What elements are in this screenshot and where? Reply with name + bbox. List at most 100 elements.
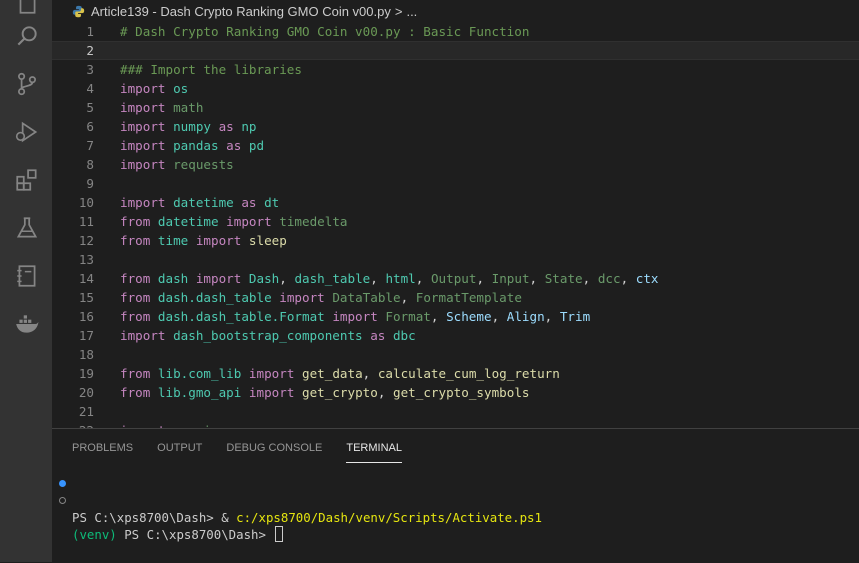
code-line[interactable]: 8 import requests — [52, 155, 859, 174]
line-number: 14 — [78, 271, 94, 286]
code-text: import math — [120, 98, 203, 117]
code-token: State — [544, 271, 583, 286]
breadcrumb-separator: > — [394, 3, 403, 19]
code-line[interactable]: 7 import pandas as pd — [52, 136, 859, 155]
code-token: Scheme — [446, 309, 492, 324]
extensions-icon[interactable] — [14, 167, 40, 193]
code-token: , — [370, 271, 386, 286]
code-line[interactable]: 12 from time import sleep — [52, 231, 859, 250]
code-text: # Dash Crypto Ranking GMO Coin v00.py : … — [120, 22, 529, 41]
code-line[interactable]: 3 ### Import the libraries — [52, 60, 859, 79]
code-line[interactable]: 5 import math — [52, 98, 859, 117]
tab-problems[interactable]: PROBLEMS — [72, 429, 133, 463]
code-line[interactable]: 17 import dash_bootstrap_components as db… — [52, 326, 859, 345]
tab-terminal[interactable]: TERMINAL — [346, 429, 402, 463]
code-line[interactable]: 22 import warnings — [52, 421, 859, 428]
line-number: 18 — [78, 347, 94, 362]
code-token: , — [377, 385, 393, 400]
code-token: import — [248, 385, 302, 400]
line-number: 12 — [78, 233, 94, 248]
search-icon[interactable] — [14, 23, 40, 49]
breadcrumb-more[interactable]: ... — [406, 4, 417, 19]
bottom-panel: PROBLEMS OUTPUT DEBUG CONSOLE TERMINAL PS C… — [52, 428, 859, 563]
python-file-icon — [72, 5, 85, 18]
code-token: from — [120, 366, 158, 381]
line-number: 11 — [78, 214, 94, 229]
notebook-icon[interactable] — [14, 263, 40, 289]
breadcrumb[interactable]: Article139 - Dash Crypto Ranking GMO Coi… — [52, 0, 859, 22]
code-token: os — [173, 81, 189, 96]
code-line[interactable]: 4 import os — [52, 79, 859, 98]
code-line[interactable]: 20 from lib.gmo_api import get_crypto, ge… — [52, 383, 859, 402]
code-token: ctx — [635, 271, 659, 286]
terminal-line-2[interactable]: (venv) PS C:\xps8700\Dash> — [52, 492, 284, 542]
code-text: import datetime as dt — [120, 193, 279, 212]
code-text: from lib.com_lib import get_data, calcul… — [120, 364, 560, 383]
code-token: , — [529, 271, 545, 286]
code-token: import — [195, 233, 249, 248]
code-line[interactable]: 2 — [52, 41, 859, 60]
code-token: import — [120, 157, 174, 172]
code-token: import — [120, 195, 174, 210]
code-token: pd — [248, 138, 265, 153]
code-line[interactable]: 15 from dash.dash_table import DataTable,… — [52, 288, 859, 307]
code-token: ### Import the libraries — [120, 62, 302, 77]
code-editor[interactable]: 1 # Dash Crypto Ranking GMO Coin v00.py :… — [52, 22, 859, 428]
code-token: FormatTemplate — [415, 290, 522, 305]
code-token: lib.com_lib — [157, 366, 249, 381]
code-line[interactable]: 11 from datetime import timedelta — [52, 212, 859, 231]
code-token: as — [241, 195, 265, 210]
activity-bar — [0, 0, 52, 562]
code-text: ### Import the libraries — [120, 60, 302, 79]
line-number: 4 — [86, 81, 94, 96]
code-token: , — [582, 271, 598, 286]
terminal-command-path: c:/xps8700/Dash/venv/Scripts/Activate.ps… — [236, 510, 542, 525]
code-token: import — [120, 138, 174, 153]
line-number: 21 — [78, 404, 94, 419]
code-text: import dash_bootstrap_components as dbc — [120, 326, 416, 345]
code-line[interactable]: 21 — [52, 402, 859, 421]
code-token: , — [544, 309, 560, 324]
terminal-prompt: PS C:\xps8700\Dash> & — [72, 510, 237, 525]
code-line[interactable]: 14 from dash import Dash, dash_table, htm… — [52, 269, 859, 288]
code-token: , — [476, 271, 492, 286]
command-pending-dot-icon[interactable] — [59, 497, 66, 504]
code-token: from — [120, 233, 158, 248]
code-token: datetime — [173, 195, 242, 210]
code-token: import — [120, 81, 174, 96]
testing-icon[interactable] — [14, 215, 40, 241]
run-debug-icon[interactable] — [14, 119, 40, 145]
tab-debug-console[interactable]: DEBUG CONSOLE — [226, 429, 322, 463]
code-token: , — [491, 309, 507, 324]
tab-output[interactable]: OUTPUT — [157, 429, 202, 463]
code-token: Output — [430, 271, 477, 286]
terminal-cursor[interactable] — [275, 526, 284, 542]
code-text: import os — [120, 79, 188, 98]
code-line[interactable]: 18 — [52, 345, 859, 364]
code-line[interactable]: 13 — [52, 250, 859, 269]
line-number: 7 — [86, 138, 94, 153]
breadcrumb-file[interactable]: Article139 - Dash Crypto Ranking GMO Coi… — [91, 4, 391, 19]
code-text: from datetime import timedelta — [120, 212, 348, 231]
code-line[interactable]: 10 import datetime as dt — [52, 193, 859, 212]
code-token: dbc — [392, 328, 416, 343]
source-control-icon[interactable] — [14, 71, 40, 97]
code-token: get_data — [302, 366, 363, 381]
code-token: from — [120, 309, 158, 324]
line-number: 13 — [78, 252, 94, 267]
code-token: from — [120, 290, 158, 305]
code-line[interactable]: 16 from dash.dash_table.Format import For… — [52, 307, 859, 326]
code-line[interactable]: 1 # Dash Crypto Ranking GMO Coin v00.py :… — [52, 22, 859, 41]
command-success-dot-icon[interactable] — [59, 480, 66, 487]
code-token: numpy — [173, 119, 219, 134]
explorer-icon[interactable] — [14, 0, 40, 16]
code-line[interactable]: 19 from lib.com_lib import get_data, calc… — [52, 364, 859, 383]
code-text: import warnings — [120, 421, 234, 428]
code-token: timedelta — [279, 214, 348, 229]
line-number: 8 — [86, 157, 94, 172]
code-line[interactable]: 9 — [52, 174, 859, 193]
code-token: Trim — [559, 309, 591, 324]
code-line[interactable]: 6 import numpy as np — [52, 117, 859, 136]
docker-icon[interactable] — [14, 311, 40, 337]
code-token: Format — [385, 309, 431, 324]
